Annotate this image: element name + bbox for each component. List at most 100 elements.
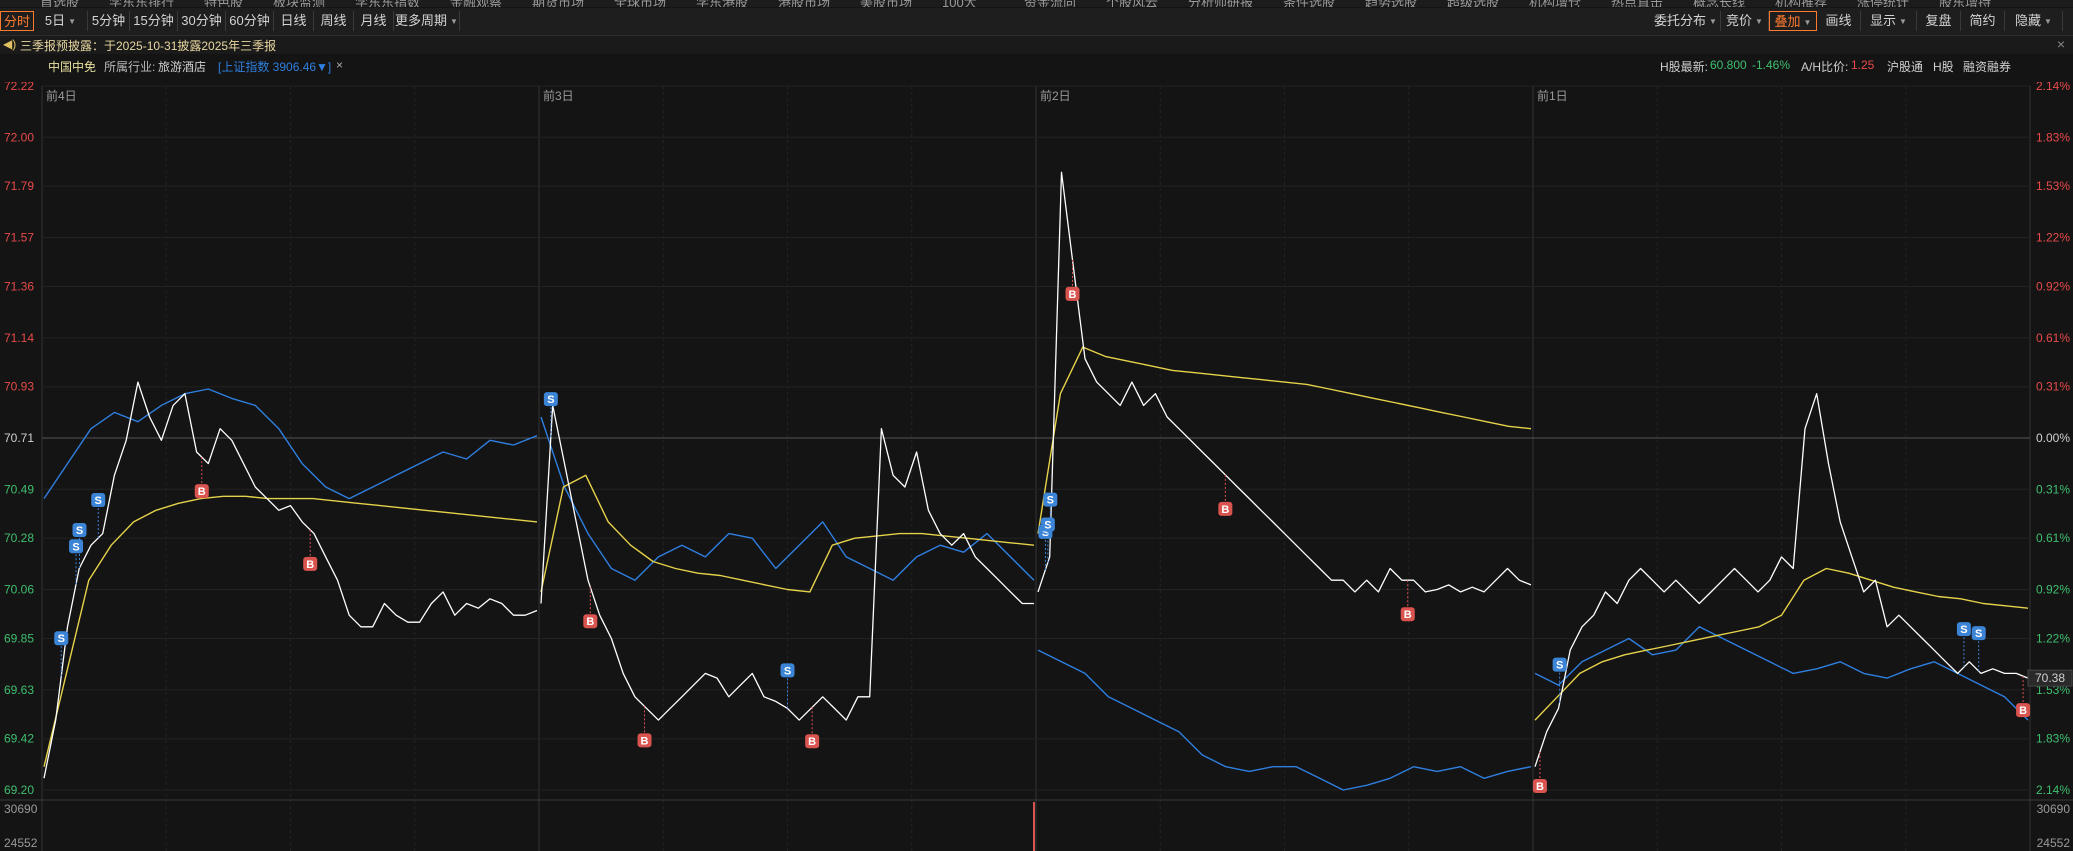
overlay-index-label[interactable]: [上证指数 3906.46▼] bbox=[218, 58, 331, 75]
y-tick-right: 0.92% bbox=[2036, 583, 2070, 597]
period-tab[interactable]: 月线 bbox=[354, 11, 394, 31]
top-menu-item[interactable]: 美股市场 bbox=[860, 0, 912, 7]
y-tick-right: 1.22% bbox=[2036, 231, 2070, 245]
h-share-price: 60.800 bbox=[1710, 58, 1747, 72]
signal-label: S bbox=[547, 394, 554, 406]
top-menu-item[interactable]: 资金流向 bbox=[1024, 0, 1076, 7]
toolbar-button[interactable]: 显示 ▼ bbox=[1861, 11, 1917, 31]
signal-label: B bbox=[1221, 504, 1229, 516]
toolbar-button[interactable]: 竞价 ▼ bbox=[1721, 11, 1769, 31]
overlay-close-icon[interactable]: × bbox=[336, 58, 343, 72]
day-label: 前4日 bbox=[46, 88, 77, 103]
signal-label: B bbox=[1069, 289, 1077, 301]
signal-label: S bbox=[76, 525, 83, 537]
signal-label: B bbox=[306, 559, 314, 571]
top-menu-item[interactable]: 涨停统计 bbox=[1857, 0, 1909, 7]
y-tick-left: 70.93 bbox=[4, 380, 34, 394]
volume-tick-right: 30690 bbox=[2037, 802, 2071, 816]
y-tick-left: 69.63 bbox=[4, 683, 34, 697]
intraday-chart[interactable]: 72.22 2.14% 72.00 1.83% 71.79 1.53% 71.57 1.22%… bbox=[0, 82, 2073, 851]
chevron-down-icon: ▼ bbox=[1709, 17, 1717, 26]
y-tick-left: 71.79 bbox=[4, 179, 34, 193]
y-tick-left: 70.06 bbox=[4, 583, 34, 597]
signal-label: S bbox=[784, 665, 791, 677]
top-menu-item[interactable]: 金融观察 bbox=[450, 0, 502, 7]
top-menu-item[interactable]: 期货市场 bbox=[532, 0, 584, 7]
period-tab[interactable]: 更多周期 ▼ bbox=[394, 11, 460, 31]
signal-label: B bbox=[198, 486, 206, 498]
signal-label: B bbox=[641, 735, 649, 747]
top-menu-item[interactable]: 学东港股 bbox=[696, 0, 748, 7]
period-tab[interactable]: 分时 bbox=[0, 11, 34, 31]
period-tab[interactable]: 30分钟 bbox=[178, 11, 226, 31]
top-menu-item[interactable]: 分析师研报 bbox=[1188, 0, 1253, 7]
announcement-banner: ◀) 三季报预披露：于2025-10-31披露2025年三季报 × bbox=[0, 36, 2073, 54]
y-tick-left: 69.20 bbox=[4, 783, 34, 797]
top-menu-item[interactable]: 100大 bbox=[942, 0, 977, 7]
y-tick-left: 70.71 bbox=[4, 431, 34, 445]
signal-label: S bbox=[1960, 624, 1967, 636]
top-menu-bar: 首选股 学东东排行 特色股 板块监测 学东东指数 金融观察 期货市场 全球市场 学东港股 港股市场… bbox=[0, 0, 2073, 7]
top-menu-item[interactable]: 全球市场 bbox=[614, 0, 666, 7]
top-menu-item[interactable]: 概念长线 bbox=[1693, 0, 1745, 7]
top-menu-item[interactable]: 超级选股 bbox=[1447, 0, 1499, 7]
y-tick-left: 71.57 bbox=[4, 231, 34, 245]
period-tab[interactable]: 5分钟 bbox=[88, 11, 130, 31]
chevron-down-icon: ▼ bbox=[1803, 18, 1812, 27]
period-toolbar: 分时 5日 ▼ 5分钟 15分钟 30分钟 60分钟 日线 周线 月线 更多周期 ▼ 委托分布 ▼ 竞价 ▼ 叠… bbox=[0, 8, 2073, 36]
signal-label: B bbox=[586, 616, 594, 628]
top-menu-item[interactable]: 趋势选股 bbox=[1365, 0, 1417, 7]
y-tick-right: 1.22% bbox=[2036, 631, 2070, 645]
top-menu-item[interactable]: 股东增持 bbox=[1939, 0, 1991, 7]
top-menu-item[interactable]: 个股风云 bbox=[1106, 0, 1158, 7]
toolbar-button[interactable]: 复盘 bbox=[1917, 11, 1961, 31]
stock-name: 中国中免 bbox=[48, 60, 97, 74]
banner-close-icon[interactable]: × bbox=[2057, 36, 2065, 52]
toolbar-button[interactable]: 叠加 ▼ bbox=[1769, 11, 1817, 31]
period-tab[interactable]: 日线 bbox=[274, 11, 314, 31]
signal-label: S bbox=[72, 541, 79, 553]
signal-label: B bbox=[1536, 781, 1544, 793]
h-share-link[interactable]: H股 bbox=[1933, 58, 1954, 75]
top-menu-item[interactable]: 学东东指数 bbox=[355, 0, 420, 7]
volume-tick-left: 24552 bbox=[4, 836, 38, 850]
chevron-down-icon: ▼ bbox=[450, 17, 458, 26]
top-menu-item[interactable]: 特色股 bbox=[204, 0, 243, 7]
top-menu-item[interactable]: 热点直击 bbox=[1611, 0, 1663, 7]
top-menu-item[interactable]: 港股市场 bbox=[778, 0, 830, 7]
period-tab[interactable]: 5日 ▼ bbox=[34, 11, 88, 31]
y-tick-right: 0.92% bbox=[2036, 279, 2070, 293]
hgt-link[interactable]: 沪股通 bbox=[1887, 58, 1923, 75]
signal-label: S bbox=[1047, 495, 1054, 507]
y-tick-right: 2.14% bbox=[2036, 82, 2070, 93]
ah-ratio-value: 1.25 bbox=[1851, 58, 1875, 72]
day-label: 前3日 bbox=[543, 88, 574, 103]
signal-label: S bbox=[95, 495, 102, 507]
y-tick-right: 0.31% bbox=[2036, 482, 2070, 496]
y-tick-left: 71.14 bbox=[4, 331, 34, 345]
toolbar-button[interactable]: 委托分布 ▼ bbox=[1651, 11, 1721, 31]
top-menu-item[interactable]: 板块监测 bbox=[273, 0, 325, 7]
toolbar-button[interactable]: 隐藏 ▼ bbox=[2005, 11, 2063, 31]
period-tab[interactable]: 60分钟 bbox=[226, 11, 274, 31]
stock-info-bar: 中国中免 所属行业: 旅游酒店 [上证指数 3906.46▼] × H股最新: … bbox=[0, 56, 2073, 76]
period-tab[interactable]: 周线 bbox=[314, 11, 354, 31]
chevron-down-icon: ▼ bbox=[1755, 17, 1763, 26]
top-menu-item[interactable]: 条件选股 bbox=[1283, 0, 1335, 7]
signal-label: S bbox=[58, 633, 65, 645]
y-tick-left: 69.42 bbox=[4, 732, 34, 746]
chevron-down-icon: ▼ bbox=[2044, 17, 2052, 26]
period-tab[interactable]: 15分钟 bbox=[130, 11, 178, 31]
toolbar-button[interactable]: 简约 bbox=[1961, 11, 2005, 31]
y-tick-left: 71.36 bbox=[4, 279, 34, 293]
top-menu-item[interactable]: 机构增仓 bbox=[1529, 0, 1581, 7]
signal-label: B bbox=[808, 736, 816, 748]
announcement-text[interactable]: 三季报预披露：于2025-10-31披露2025年三季报 bbox=[20, 37, 276, 54]
margin-trading-link[interactable]: 融资融券 bbox=[1963, 58, 2011, 75]
industry-link[interactable]: 旅游酒店 bbox=[158, 58, 206, 75]
top-menu-item[interactable]: 首选股 bbox=[40, 0, 79, 7]
toolbar-button[interactable]: 画线 bbox=[1817, 11, 1861, 31]
top-menu-item[interactable]: 机构推荐 bbox=[1775, 0, 1827, 7]
chevron-down-icon: ▼ bbox=[68, 17, 77, 26]
top-menu-item[interactable]: 学东东排行 bbox=[109, 0, 174, 7]
